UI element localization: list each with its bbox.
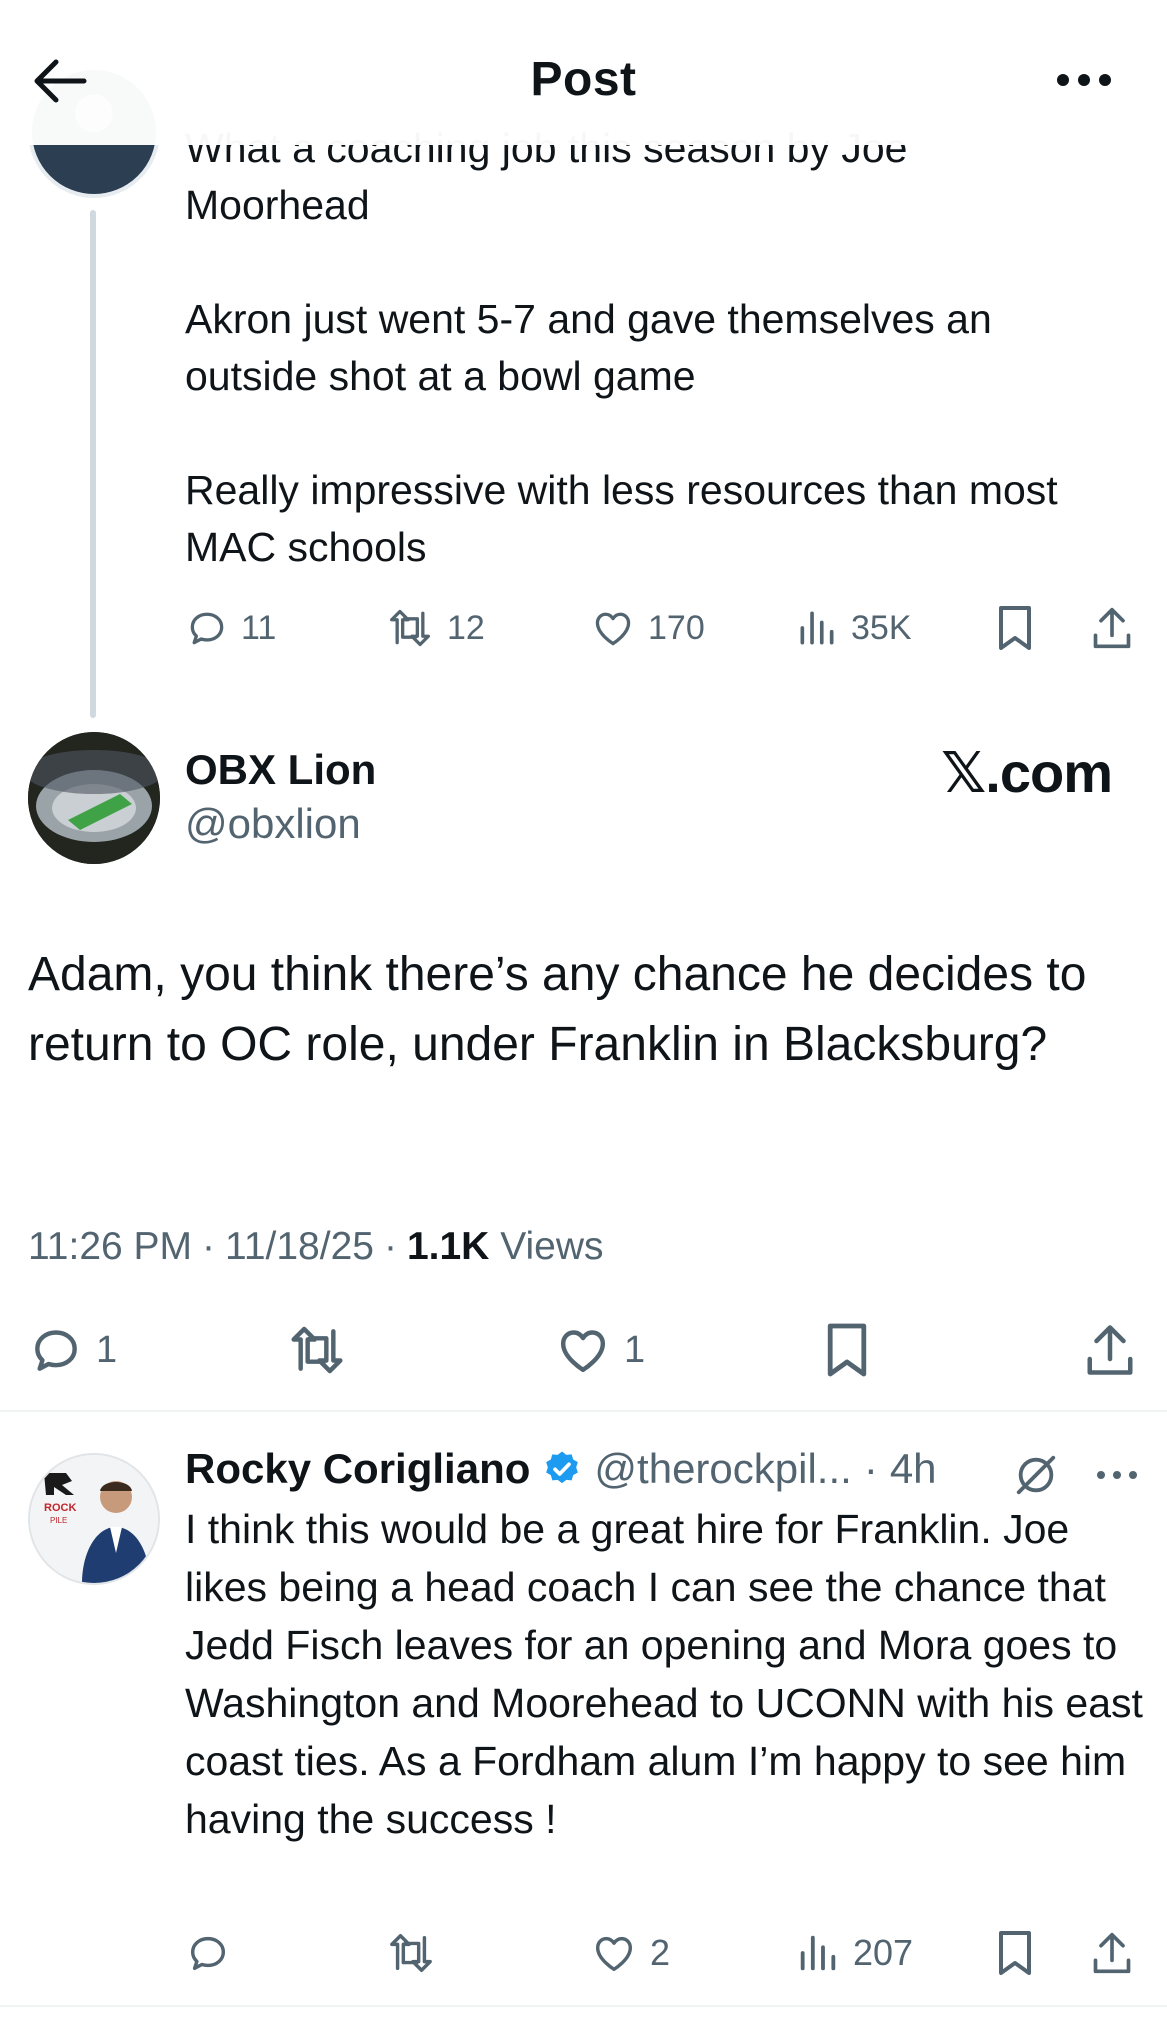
share-icon	[1093, 607, 1131, 649]
views-icon	[800, 611, 834, 645]
svg-text:ROCK: ROCK	[44, 1502, 76, 1514]
reply-icon	[35, 1330, 77, 1371]
author-avatar[interactable]	[28, 732, 160, 864]
repost-icon	[390, 1934, 432, 1972]
reply-button[interactable]: 11	[185, 606, 276, 650]
thread-connector	[90, 210, 96, 718]
views-label: Views	[500, 1225, 604, 1268]
separator: ·	[863, 1445, 878, 1492]
divider	[0, 1410, 1167, 1412]
bookmark-icon	[999, 1931, 1031, 1975]
views-button[interactable]: 35K	[795, 606, 912, 650]
parent-tweet-text: What a coaching job this season by Joe M…	[185, 125, 1058, 570]
tweet-text: Adam, you think there’s any chance he de…	[28, 948, 1087, 1071]
bookmark-button[interactable]	[823, 1320, 871, 1380]
views-total[interactable]: 1.1K	[407, 1225, 489, 1268]
reply-count: 11	[241, 608, 277, 647]
reply-button[interactable]: 1	[28, 1322, 117, 1378]
like-count: 170	[648, 608, 705, 647]
repost-button[interactable]	[385, 1930, 437, 1976]
like-icon	[595, 1936, 633, 1972]
share-icon	[1093, 1932, 1131, 1974]
repost-icon	[390, 609, 430, 647]
views-button[interactable]: 207	[795, 1930, 913, 1976]
tweet-actions: 1 1	[28, 1318, 1138, 1384]
stadium-image	[28, 732, 160, 864]
separator: ·	[202, 1225, 216, 1268]
reply-icon	[190, 612, 224, 645]
reply-actions: 2 207	[185, 1928, 1145, 1988]
tweet-date[interactable]: 11/18/25	[225, 1225, 374, 1269]
tweet-time[interactable]: 11:26 PM	[28, 1225, 192, 1269]
reply-header-tools	[1013, 1452, 1139, 1498]
reply-author-avatar[interactable]: ROCK PILE	[28, 1453, 160, 1585]
verified-icon	[546, 1451, 579, 1484]
tweet-metadata: 11:26 PM · 11/18/25 · 1.1K Views	[28, 1225, 604, 1269]
reply-author-name[interactable]: Rocky Corigliano	[185, 1445, 530, 1493]
more-options-button[interactable]	[1049, 60, 1119, 100]
bookmark-icon	[827, 1323, 867, 1377]
svg-text:PILE: PILE	[50, 1516, 67, 1525]
reply-author-handle[interactable]: @therockpil...	[594, 1445, 851, 1493]
x-brand-watermark: 𝕏.com	[941, 741, 1113, 804]
parent-tweet-actions: 11 12 170 35K	[185, 600, 1145, 660]
share-button[interactable]	[1090, 604, 1134, 652]
like-button[interactable]: 170	[590, 606, 705, 650]
repost-button[interactable]: 12	[385, 606, 485, 650]
share-icon	[1087, 1325, 1133, 1375]
more-icon	[1057, 74, 1111, 86]
like-icon	[560, 1330, 606, 1373]
reply-icon	[190, 1936, 226, 1971]
share-button[interactable]	[1083, 1320, 1137, 1380]
reply-timestamp[interactable]: 4h	[890, 1445, 937, 1493]
top-bar: Post	[0, 0, 1167, 145]
bookmark-icon	[999, 606, 1031, 650]
grok-icon[interactable]	[1013, 1452, 1059, 1498]
repost-button[interactable]	[286, 1322, 348, 1378]
rock-pile-logo: ROCK PILE	[30, 1455, 158, 1583]
divider	[0, 2005, 1167, 2007]
author-handle[interactable]: @obxlion	[185, 800, 361, 848]
separator: ·	[383, 1225, 397, 1268]
share-button[interactable]	[1090, 1928, 1134, 1978]
like-count: 1	[624, 1328, 646, 1371]
like-count: 2	[650, 1932, 671, 1973]
author-display-name[interactable]: OBX Lion	[185, 746, 376, 794]
repost-icon	[291, 1326, 343, 1374]
reply-button[interactable]	[185, 1930, 231, 1976]
reply-header: Rocky Corigliano @therockpil... · 4h	[185, 1445, 937, 1493]
bookmark-button[interactable]	[995, 1928, 1035, 1978]
views-icon	[800, 1935, 836, 1971]
like-button[interactable]: 1	[554, 1322, 645, 1378]
views-count: 35K	[851, 608, 912, 647]
like-icon	[595, 612, 631, 646]
reply-count: 1	[96, 1328, 118, 1371]
like-button[interactable]: 2	[590, 1930, 670, 1976]
reply-text: I think this would be a great hire for F…	[185, 1506, 1143, 1842]
views-count: 207	[853, 1932, 914, 1973]
more-icon[interactable]	[1095, 1469, 1139, 1481]
bookmark-button[interactable]	[995, 604, 1035, 652]
repost-count: 12	[447, 608, 485, 647]
page-title: Post	[530, 53, 637, 106]
